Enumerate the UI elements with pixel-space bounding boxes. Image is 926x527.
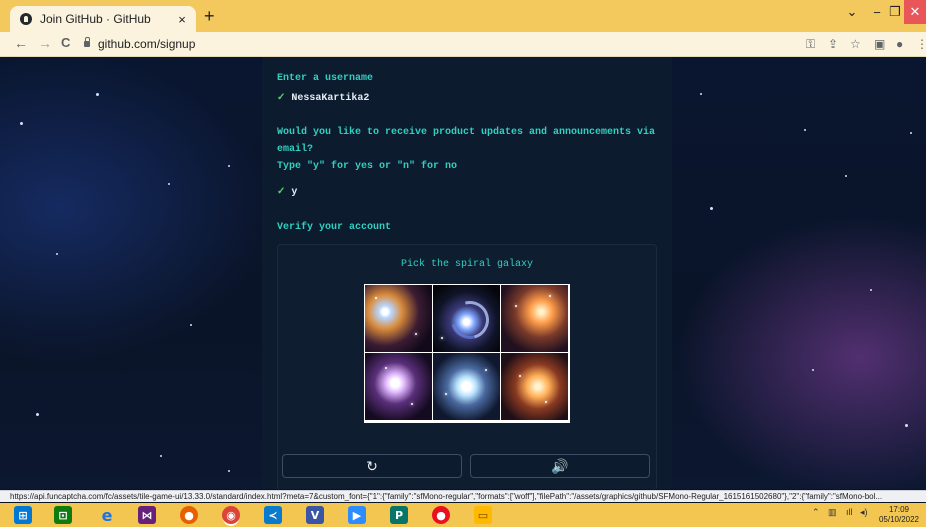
chrome-icon[interactable]: ◉ xyxy=(222,506,240,524)
new-tab-button[interactable]: + xyxy=(204,6,215,26)
visual-studio-icon[interactable]: ⋈ xyxy=(138,506,156,524)
github-favicon-icon xyxy=(20,13,32,25)
signup-page: Enter a username ✓ NessaKartika2 Would yo… xyxy=(0,57,926,489)
taskbar-clock[interactable]: 17:09 05/10/2022 xyxy=(872,505,926,525)
check-icon: ✓ xyxy=(277,187,286,198)
captcha-tile-3[interactable] xyxy=(501,285,568,352)
signal-icon[interactable]: ıll xyxy=(846,507,853,517)
background-star xyxy=(710,207,713,210)
tab-close-icon[interactable]: × xyxy=(174,12,190,27)
lock-icon[interactable] xyxy=(84,37,90,47)
sparkle xyxy=(415,333,417,335)
browser-menu-icon[interactable]: ⋮ xyxy=(916,37,926,51)
store-icon[interactable]: ⊡ xyxy=(54,506,72,524)
updates-answer: ✓ y xyxy=(277,186,297,198)
sparkle xyxy=(519,375,521,377)
username-prompt: Enter a username xyxy=(277,73,374,84)
captcha-tile-6[interactable] xyxy=(501,353,568,420)
back-arrow-icon[interactable]: ← xyxy=(14,35,28,51)
captcha-audio-button[interactable]: 🔊 xyxy=(470,454,650,478)
profile-icon[interactable]: ● xyxy=(896,37,903,51)
publisher-icon[interactable]: P xyxy=(390,506,408,524)
sidebar-icon[interactable]: ▣ xyxy=(874,37,885,51)
background-star xyxy=(870,289,872,291)
background-star xyxy=(168,183,170,185)
sparkle xyxy=(545,401,547,403)
captcha-reload-button[interactable]: ↻ xyxy=(282,454,462,478)
status-url: https://api.funcaptcha.com/fc/assets/til… xyxy=(0,490,926,502)
address-bar[interactable]: github.com/signup xyxy=(84,35,684,53)
captcha-tile-1[interactable] xyxy=(365,285,432,352)
check-icon: ✓ xyxy=(277,93,286,104)
verify-heading: Verify your account xyxy=(277,222,392,233)
captcha-tile-4[interactable] xyxy=(365,353,432,420)
background-star xyxy=(20,122,23,125)
sparkle xyxy=(375,297,377,299)
background-star xyxy=(700,93,702,95)
sparkle xyxy=(445,393,447,395)
network-icon[interactable]: ▥ xyxy=(828,507,837,518)
background-star xyxy=(845,175,847,177)
url-text[interactable]: github.com/signup xyxy=(98,37,195,51)
background-star xyxy=(56,253,58,255)
vscode-icon[interactable]: ≺ xyxy=(264,506,282,524)
password-key-icon[interactable]: ⚿ xyxy=(806,37,815,52)
sparkle xyxy=(411,403,413,405)
paint-icon[interactable]: ● xyxy=(432,506,450,524)
clock-date: 05/10/2022 xyxy=(878,515,920,524)
tab-strip: Join GitHub · GitHub × + ⌄ − ❐ ✕ xyxy=(0,0,926,32)
username-answer: ✓ NessaKartika2 xyxy=(277,92,369,104)
background-star xyxy=(910,132,912,134)
background-star xyxy=(160,455,162,457)
updates-prompt-line2: email? xyxy=(277,144,314,155)
sparkle xyxy=(515,305,517,307)
tab-join-github[interactable]: Join GitHub · GitHub × xyxy=(10,6,196,32)
background-star xyxy=(190,324,192,326)
updates-value: y xyxy=(291,187,298,198)
start-windows-icon[interactable]: ⊞ xyxy=(14,506,32,524)
updates-prompt-line3: Type "y" for yes or "n" for no xyxy=(277,161,458,172)
forward-arrow-icon[interactable]: → xyxy=(38,35,52,51)
captcha-tile-5[interactable] xyxy=(433,353,500,420)
background-star xyxy=(36,413,39,416)
updates-prompt-line1: Would you like to receive product update… xyxy=(277,127,656,138)
sparkle xyxy=(485,369,487,371)
sparkle xyxy=(385,367,387,369)
browser-toolbar: ← → C github.com/signup ⚿ ⇪ ☆ ▣ ● ⋮ xyxy=(0,32,926,57)
spiral-galaxy-image xyxy=(444,294,496,346)
background-star xyxy=(804,129,806,131)
taskbar: ⊞ ⊡ e ⋈ ● ◉ ≺ V ▶ P ● ▭ ⌃ ▥ ıll ◂) 17:09… xyxy=(0,503,926,527)
reload-icon[interactable]: C xyxy=(61,35,70,50)
background-star xyxy=(812,369,814,371)
sparkle xyxy=(441,337,443,339)
captcha-instruction: Pick the spiral galaxy xyxy=(400,259,534,270)
background-star xyxy=(96,93,99,96)
speaker-icon: 🔊 xyxy=(551,457,569,474)
sparkle xyxy=(549,295,551,297)
firefox-icon[interactable]: ● xyxy=(180,506,198,524)
file-explorer-icon[interactable]: ▭ xyxy=(474,506,492,524)
reload-icon: ↻ xyxy=(366,457,378,474)
clock-time: 17:09 xyxy=(888,505,910,514)
signup-panel: Enter a username ✓ NessaKartika2 Would yo… xyxy=(262,57,672,489)
internet-explorer-icon[interactable]: e xyxy=(98,506,116,525)
tray-chevron-icon[interactable]: ⌃ xyxy=(812,507,820,518)
close-window-button[interactable]: ✕ xyxy=(904,0,926,24)
tab-search-icon[interactable]: ⌄ xyxy=(842,0,862,24)
maximize-button[interactable]: ❐ xyxy=(886,0,904,24)
volume-icon[interactable]: ◂) xyxy=(860,507,868,518)
tab-title: Join GitHub · GitHub xyxy=(40,12,151,26)
bookmark-star-icon[interactable]: ☆ xyxy=(850,37,861,51)
share-icon[interactable]: ⇪ xyxy=(828,37,838,51)
background-star xyxy=(228,470,230,472)
minimize-button[interactable]: − xyxy=(868,0,886,24)
captcha-frame: Pick the spiral galaxy ↻ 🔊 xyxy=(277,244,657,489)
username-value: NessaKartika2 xyxy=(291,93,370,104)
zoom-icon[interactable]: ▶ xyxy=(348,506,366,524)
captcha-image-grid xyxy=(364,284,570,423)
background-star xyxy=(905,424,908,427)
visio-icon[interactable]: V xyxy=(306,506,324,524)
captcha-tile-2[interactable] xyxy=(433,285,500,352)
background-star xyxy=(228,165,230,167)
